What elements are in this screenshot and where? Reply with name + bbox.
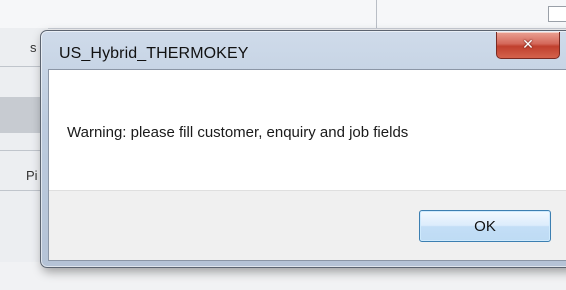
dialog-body: Warning: please fill customer, enquiry a…	[48, 69, 566, 261]
warning-dialog: US_Hybrid_THERMOKEY ✕ Warning: please fi…	[40, 30, 566, 268]
close-icon: ✕	[522, 37, 534, 53]
dialog-button-bar: OK	[49, 190, 566, 260]
background-left-label-2: Pi	[26, 168, 38, 183]
warning-message: Warning: please fill customer, enquiry a…	[67, 124, 409, 141]
close-button[interactable]: ✕	[496, 32, 560, 59]
background-toolbar	[0, 0, 566, 29]
background-left-label-1: s	[30, 40, 37, 55]
background-toolbar-divider	[376, 0, 377, 28]
dialog-title: US_Hybrid_THERMOKEY	[59, 45, 249, 62]
background-corner-box	[548, 6, 566, 22]
ok-button[interactable]: OK	[419, 210, 551, 242]
